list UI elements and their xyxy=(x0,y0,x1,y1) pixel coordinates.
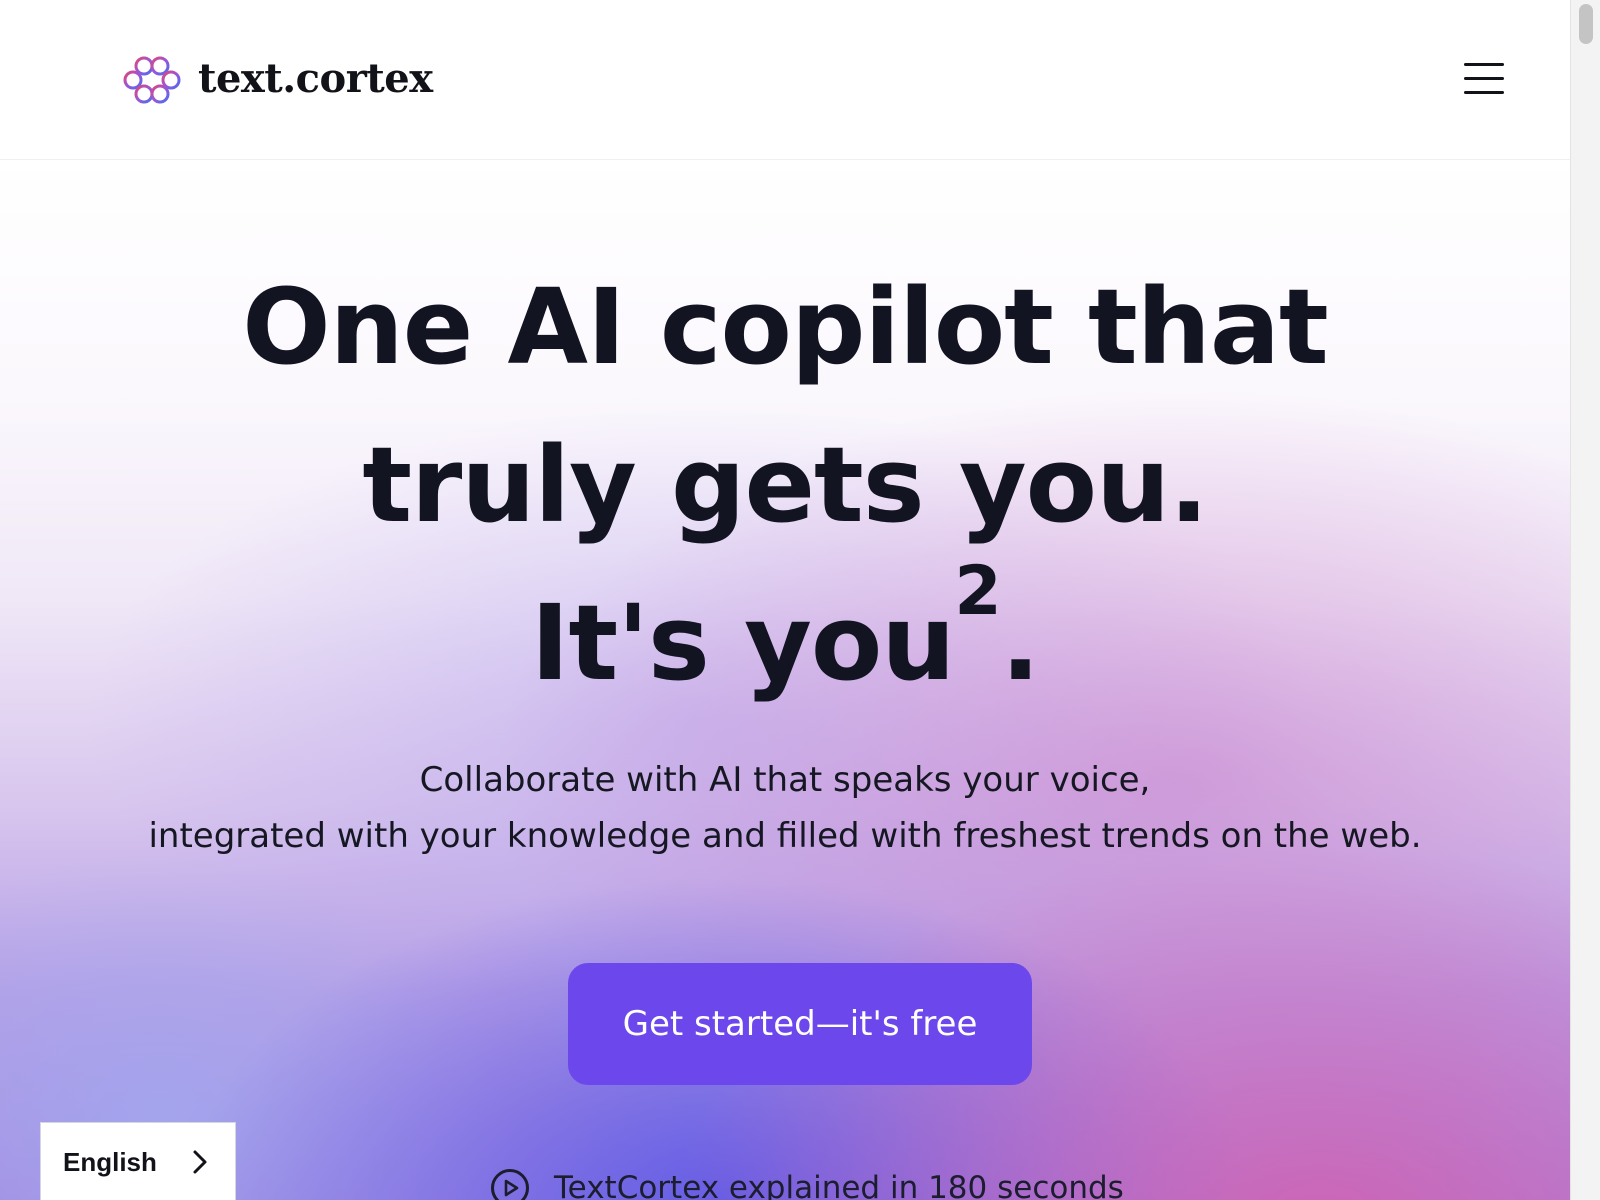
hamburger-menu-icon[interactable] xyxy=(1462,60,1506,98)
menu-bar-top xyxy=(1464,63,1504,66)
get-started-button[interactable]: Get started—it's free xyxy=(568,963,1032,1085)
page-viewport: text.cortex One AI copilot that truly ge… xyxy=(0,0,1570,1200)
explainer-video-link[interactable]: TextCortex explained in 180 seconds xyxy=(490,1168,1124,1200)
headline-line-1: One AI copilot that xyxy=(242,266,1328,388)
page-scrollbar[interactable] xyxy=(1570,0,1600,1200)
headline-line-3-period: . xyxy=(1000,582,1041,704)
play-circle-icon xyxy=(491,1169,529,1200)
explainer-video-label: TextCortex explained in 180 seconds xyxy=(554,1170,1124,1200)
menu-bar-bottom xyxy=(1464,91,1504,94)
hero-section: One AI copilot that truly gets you. It's… xyxy=(0,160,1570,1200)
site-header: text.cortex xyxy=(0,0,1570,160)
brand-logo-link[interactable]: text.cortex xyxy=(122,54,433,106)
scrollbar-thumb[interactable] xyxy=(1579,4,1593,44)
chevron-right-icon xyxy=(193,1150,207,1174)
subtext-line-2: integrated with your knowledge and fille… xyxy=(148,816,1422,856)
hero-headline: One AI copilot that truly gets you. It's… xyxy=(0,248,1570,722)
headline-line-2: truly gets you. xyxy=(362,424,1208,546)
language-selector[interactable]: English xyxy=(40,1122,236,1200)
headline-line-3: It's you2. xyxy=(0,558,1570,722)
headline-superscript: 2 xyxy=(954,552,1001,631)
brand-name: text.cortex xyxy=(198,55,433,102)
hero-subtext: Collaborate with AI that speaks your voi… xyxy=(0,752,1570,864)
language-selected-label: English xyxy=(63,1146,157,1177)
brain-flower-logo-icon xyxy=(123,56,181,104)
menu-bar-middle xyxy=(1464,77,1504,80)
headline-line-3-main: It's you xyxy=(530,582,956,704)
subtext-line-1: Collaborate with AI that speaks your voi… xyxy=(419,760,1151,800)
